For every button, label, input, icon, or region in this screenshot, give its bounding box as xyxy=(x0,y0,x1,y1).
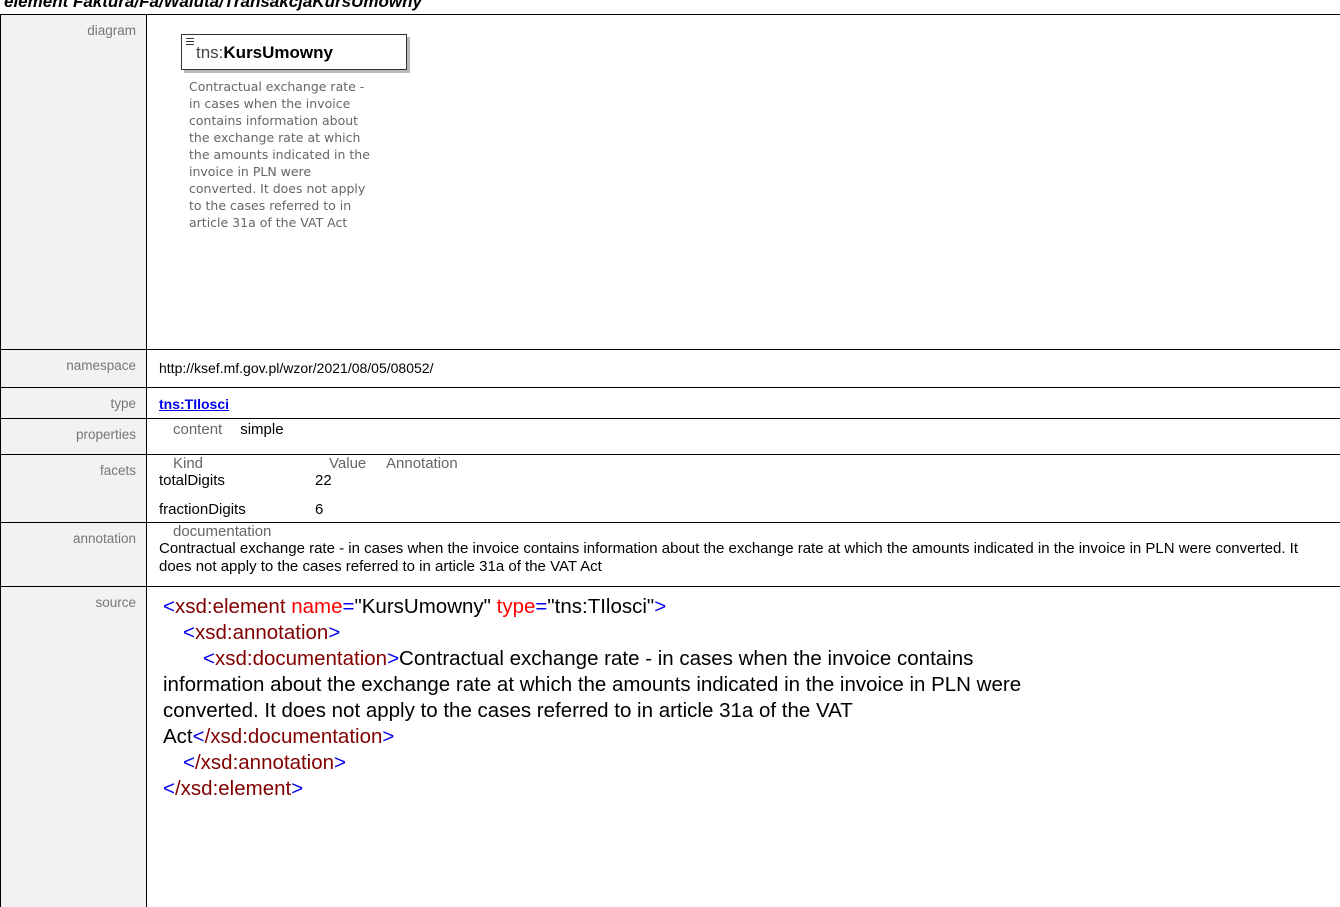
annotation-cell: documentation Contractual exchange rate … xyxy=(147,523,1340,587)
facet-kind: totalDigits xyxy=(159,472,315,489)
row-type: type tns:TIlosci xyxy=(1,388,1340,419)
facet-header-value: Value xyxy=(329,455,386,472)
row-namespace: namespace http://ksef.mf.gov.pl/wzor/202… xyxy=(1,350,1340,388)
facets-cell: Kind Value Annotation totalDigits 22 fra… xyxy=(147,455,1340,523)
facet-header-kind: Kind xyxy=(173,455,329,472)
facet-value: 6 xyxy=(315,501,372,518)
source-line-doc-text: converted. It does not apply to the case… xyxy=(163,698,1323,724)
source-code: <xsd:element name="KursUmowny" type="tns… xyxy=(159,587,1323,802)
diagram-cell: tns:KursUmowny Contractual exchange rate… xyxy=(147,15,1340,350)
label-diagram: diagram xyxy=(1,15,147,350)
diagram-prefix: tns: xyxy=(196,43,223,62)
facet-row: fractionDigits 6 xyxy=(159,501,1340,518)
page-heading: element Faktura/Fa/Waluta/TransakcjaKurs… xyxy=(4,0,422,12)
source-line-element-open: <xsd:element name="KursUmowny" type="tns… xyxy=(163,594,1323,620)
row-annotation: annotation documentation Contractual exc… xyxy=(1,523,1340,587)
label-namespace: namespace xyxy=(1,350,147,388)
element-lines-icon xyxy=(186,38,194,47)
diagram-element-box[interactable]: tns:KursUmowny xyxy=(181,34,407,70)
annotation-label: documentation xyxy=(159,523,1340,540)
label-facets: facets xyxy=(1,455,147,523)
source-line-documentation-open: <xsd:documentation>Contractual exchange … xyxy=(163,646,1323,672)
row-properties: properties content simple xyxy=(1,419,1340,455)
element-doc-table: diagram tns:KursUmowny Contractual excha… xyxy=(0,14,1340,907)
source-line-documentation-close: Act</xsd:documentation> xyxy=(163,724,1323,750)
row-source: source <xsd:element name="KursUmowny" ty… xyxy=(1,587,1340,907)
source-line-annotation-close: </xsd:annotation> xyxy=(163,750,1323,776)
label-type: type xyxy=(1,388,147,419)
source-line-doc-text: information about the exchange rate at w… xyxy=(163,672,1323,698)
properties-cell: content simple xyxy=(147,419,1340,455)
type-link[interactable]: tns:TIlosci xyxy=(159,396,229,412)
row-facets: facets Kind Value Annotation totalDigits… xyxy=(1,455,1340,523)
diagram-documentation: Contractual exchange rate - in cases whe… xyxy=(189,78,429,231)
namespace-cell: http://ksef.mf.gov.pl/wzor/2021/08/05/08… xyxy=(147,350,1340,388)
facet-row: totalDigits 22 xyxy=(159,472,1340,489)
diagram-element-name: tns:KursUmowny xyxy=(196,43,333,63)
annotation-text: Contractual exchange rate - in cases whe… xyxy=(159,540,1309,576)
namespace-value: http://ksef.mf.gov.pl/wzor/2021/08/05/08… xyxy=(159,350,1340,376)
label-properties: properties xyxy=(1,419,147,455)
type-cell: tns:TIlosci xyxy=(147,388,1340,419)
label-annotation: annotation xyxy=(1,523,147,587)
property-value: simple xyxy=(240,421,283,438)
source-line-element-close: </xsd:element> xyxy=(163,776,1323,802)
facet-value: 22 xyxy=(315,472,372,489)
source-cell: <xsd:element name="KursUmowny" type="tns… xyxy=(147,587,1340,907)
diagram: tns:KursUmowny Contractual exchange rate… xyxy=(181,34,408,231)
facets-table: Kind Value Annotation totalDigits 22 fra… xyxy=(159,455,1340,518)
row-diagram: diagram tns:KursUmowny Contractual excha… xyxy=(1,15,1340,350)
label-source: source xyxy=(1,587,147,907)
facet-kind: fractionDigits xyxy=(159,501,315,518)
facet-header-annotation: Annotation xyxy=(386,455,458,472)
source-line-annotation-open: <xsd:annotation> xyxy=(163,620,1323,646)
property-key: content xyxy=(173,421,222,438)
diagram-name: KursUmowny xyxy=(223,43,333,62)
